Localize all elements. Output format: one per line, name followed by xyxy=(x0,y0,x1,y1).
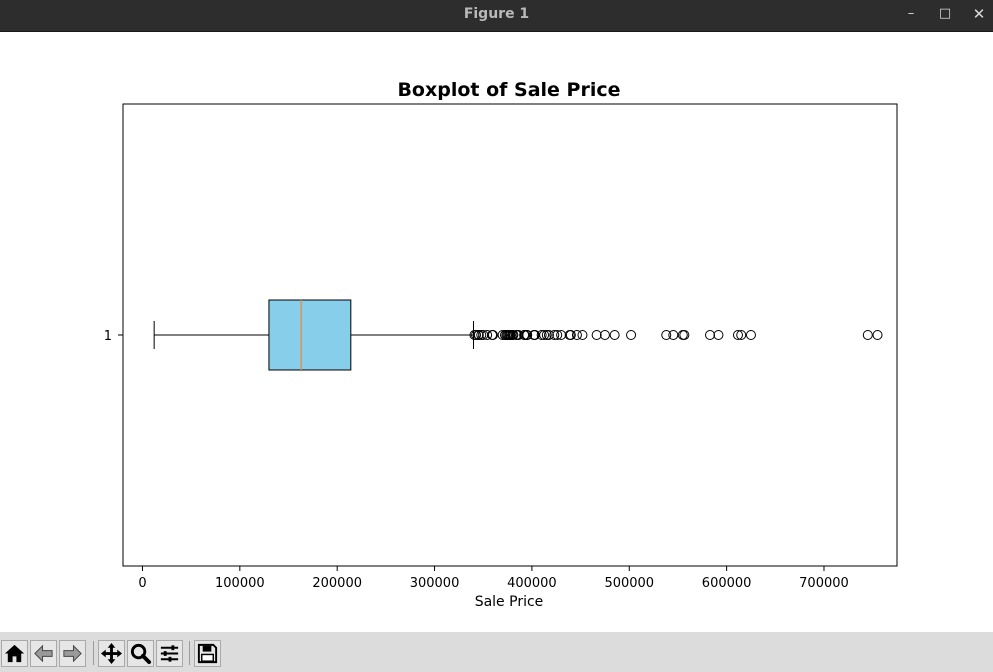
x-tick-label: 600000 xyxy=(702,576,752,591)
outlier-point xyxy=(705,330,716,340)
toolbar-separator xyxy=(189,641,190,665)
x-tick-label: 400000 xyxy=(507,576,557,591)
outlier-point xyxy=(661,330,672,340)
navigation-toolbar xyxy=(0,632,993,672)
save-disk-icon xyxy=(197,643,218,664)
x-tick-label: 200000 xyxy=(312,576,362,591)
maximize-button[interactable]: □ xyxy=(934,4,956,24)
x-tick-label: 100000 xyxy=(215,576,265,591)
x-tick-label: 500000 xyxy=(604,576,654,591)
outlier-point xyxy=(745,330,756,340)
outlier-point xyxy=(599,330,610,340)
close-button[interactable]: ✕ xyxy=(968,4,990,24)
home-icon xyxy=(4,644,25,663)
x-axis-label: Sale Price xyxy=(475,594,544,610)
outlier-point xyxy=(591,330,602,340)
boxplot-chart: Boxplot of Sale Price Sale Price 0 100000… xyxy=(104,79,898,610)
back-arrow-icon xyxy=(34,644,53,663)
pan-move-icon xyxy=(100,642,123,665)
outlier-point xyxy=(556,330,567,340)
outlier-point xyxy=(609,330,620,340)
interquartile-box xyxy=(268,299,352,371)
outlier-point xyxy=(577,330,588,340)
minimize-button[interactable]: – xyxy=(900,4,922,24)
window-titlebar: Figure 1 – □ ✕ xyxy=(0,0,993,32)
forward-arrow-icon xyxy=(63,644,82,663)
subplots-sliders-icon xyxy=(160,645,179,662)
outlier-point xyxy=(713,330,724,340)
x-tick-label: 0 xyxy=(138,576,146,591)
outlier-point xyxy=(862,330,873,340)
save-button[interactable] xyxy=(194,640,221,667)
zoom-button[interactable] xyxy=(127,640,154,667)
forward-button[interactable] xyxy=(59,640,86,667)
zoom-magnifier-icon xyxy=(130,643,152,665)
back-button[interactable] xyxy=(30,640,57,667)
outlier-point xyxy=(626,330,637,340)
home-button[interactable] xyxy=(1,640,28,667)
figure-canvas: Boxplot of Sale Price Sale Price 0 100000… xyxy=(0,32,993,632)
toolbar-separator xyxy=(93,641,94,665)
outlier-point xyxy=(668,330,679,340)
x-tick-label: 300000 xyxy=(410,576,460,591)
chart-title: Boxplot of Sale Price xyxy=(397,79,620,101)
outlier-point xyxy=(872,330,883,340)
x-tick-label: 700000 xyxy=(799,576,849,591)
configure-subplots-button[interactable] xyxy=(156,640,183,667)
pan-button[interactable] xyxy=(98,640,125,667)
y-tick-label: 1 xyxy=(104,329,112,344)
window-title: Figure 1 xyxy=(463,6,530,22)
